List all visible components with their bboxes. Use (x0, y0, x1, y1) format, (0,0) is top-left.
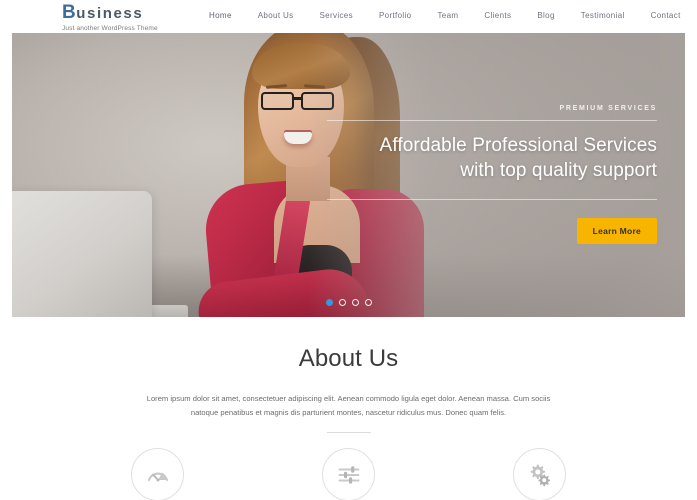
nav-item-team[interactable]: Team (424, 10, 471, 21)
nav-item-about-us[interactable]: About Us (245, 10, 307, 21)
about-title: About Us (298, 345, 399, 372)
nav-item-testimonial[interactable]: Testimonial (568, 10, 638, 21)
about-paragraph: Lorem ipsum dolor sit amet, consectetuer… (146, 394, 551, 418)
brand-tagline: Just another WordPress Theme (62, 24, 158, 32)
feature-item-performance[interactable] (131, 448, 184, 500)
nav-item-blog[interactable]: Blog (524, 10, 567, 21)
learn-more-button[interactable]: Learn More (576, 218, 657, 245)
slider-dot-4[interactable] (364, 299, 372, 306)
nav-item-portfolio[interactable]: Portfolio (366, 10, 425, 21)
brand-name-rest: usiness (76, 5, 144, 22)
slider-dot-3[interactable] (351, 299, 359, 306)
slider-dot-1[interactable] (325, 299, 333, 306)
slider-dot-2[interactable] (338, 299, 346, 306)
hero-headline-line-2: with top quality support (460, 160, 657, 182)
feature-item-settings[interactable] (513, 448, 566, 500)
brand-initial: B (62, 2, 77, 23)
hero-rule-top (327, 120, 657, 121)
sliders-icon (336, 462, 362, 488)
brand-logo[interactable]: Business Just another WordPress Theme (62, 3, 158, 32)
nav-item-clients[interactable]: Clients (471, 10, 524, 21)
main-navigation: Home About Us Services Portfolio Team Cl… (196, 10, 694, 38)
hero-slider: PREMIUM SERVICES Affordable Professional… (12, 33, 685, 317)
brand-title: Business (62, 3, 158, 23)
nav-item-contact[interactable]: Contact (638, 10, 694, 21)
site-header: Business Just another WordPress Theme Ho… (0, 0, 697, 38)
speedometer-icon (145, 462, 171, 488)
section-divider (326, 432, 371, 434)
nav-item-services[interactable]: Services (306, 10, 365, 21)
nav-item-home[interactable]: Home (196, 10, 245, 38)
feature-icon-row (0, 448, 697, 500)
about-section: About Us Lorem ipsum dolor sit amet, con… (0, 317, 697, 500)
gears-icon (527, 462, 553, 488)
hero-eyebrow: PREMIUM SERVICES (559, 105, 657, 112)
feature-item-customization[interactable] (322, 448, 375, 500)
hero-headline: Affordable Professional Services with to… (327, 133, 657, 183)
slider-pagination (12, 299, 685, 306)
hero-copy: PREMIUM SERVICES Affordable Professional… (327, 105, 657, 245)
hero-headline-line-1: Affordable Professional Services (379, 135, 657, 156)
hero-rule-bottom (327, 199, 657, 201)
